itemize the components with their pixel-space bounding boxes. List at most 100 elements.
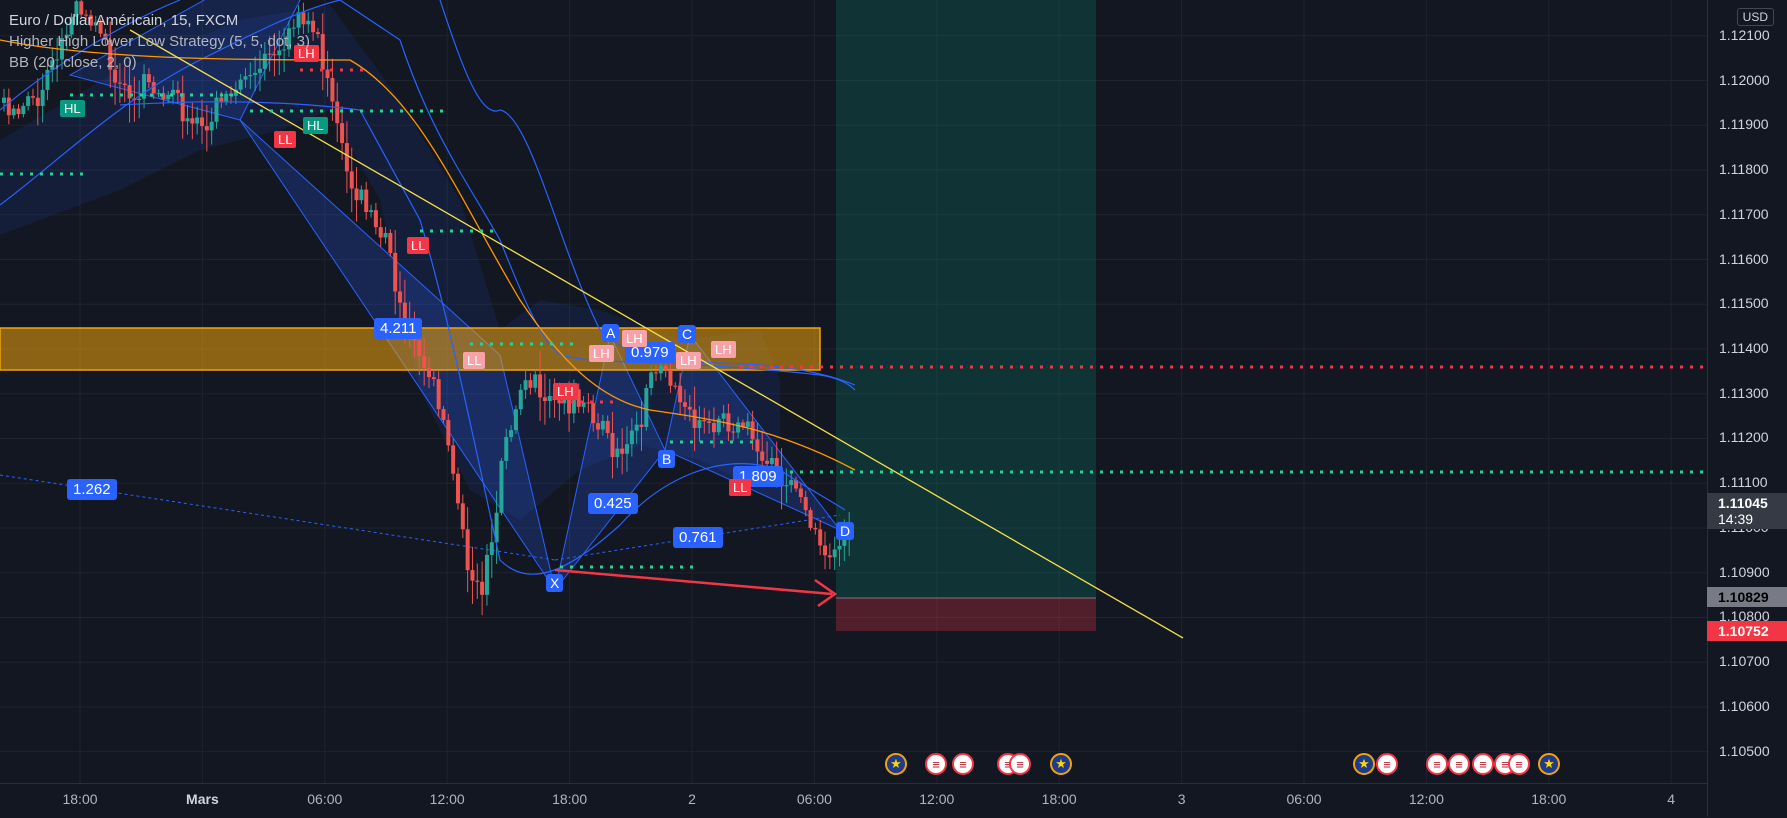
us-flag-icon[interactable]: ≡	[1508, 753, 1530, 775]
ratio-label: 0.425	[588, 493, 638, 514]
candle-body	[769, 458, 774, 464]
candle-body	[455, 473, 460, 504]
point-a-label: A	[602, 324, 620, 342]
candle-body	[180, 93, 185, 122]
candle-body	[253, 72, 258, 75]
time-axis[interactable]	[0, 783, 1707, 818]
harmonic-pattern	[0, 0, 841, 591]
candle-body	[832, 549, 837, 558]
price-tick-label: 1.11300	[1719, 384, 1769, 401]
price-tick-label: 1.11800	[1719, 161, 1769, 178]
candle-body	[480, 581, 485, 595]
price-tick-label: 1.11500	[1719, 295, 1769, 312]
candle-body	[620, 448, 625, 454]
candle-body	[678, 385, 683, 403]
candle-body	[649, 372, 654, 389]
candle-body	[340, 123, 345, 144]
time-tick-label: 06:00	[796, 791, 832, 807]
candle-body	[185, 118, 190, 122]
candle-body	[711, 422, 716, 433]
candle-body	[200, 117, 205, 127]
pivot-tag: LH	[676, 352, 701, 369]
candle-body	[528, 380, 533, 388]
candle-body	[238, 79, 243, 90]
eu-flag-icon[interactable]: ★	[1353, 753, 1375, 775]
candle-body	[441, 409, 446, 421]
currency-button[interactable]: USD	[1736, 8, 1774, 26]
indicator-bb[interactable]: BB (20, close, 2, 0)	[9, 52, 310, 73]
us-flag-icon[interactable]: ≡	[1376, 753, 1398, 775]
candle-body	[388, 232, 393, 253]
candle-body	[190, 118, 195, 124]
candle-body	[470, 570, 475, 581]
candle-body	[398, 291, 403, 303]
candle-body	[702, 419, 707, 422]
candle-body	[344, 143, 349, 172]
candle-body	[248, 74, 253, 77]
candle-body	[784, 485, 789, 487]
candle-body	[721, 413, 726, 419]
candle-body	[383, 232, 388, 238]
time-tick-label: 12:00	[919, 791, 955, 807]
us-flag-icon[interactable]: ≡	[1009, 753, 1031, 775]
pivot-tag: LL	[407, 237, 430, 254]
candle-body	[625, 444, 630, 454]
candle-body	[6, 97, 11, 116]
us-flag-icon[interactable]: ≡	[1472, 753, 1494, 775]
pivot-tag: LH	[622, 330, 647, 347]
time-tick-label: 18:00	[62, 791, 98, 807]
time-tick-label: 18:00	[1531, 791, 1567, 807]
eu-flag-icon[interactable]: ★	[1538, 753, 1560, 775]
candle-body	[354, 188, 359, 201]
candle-body	[513, 409, 518, 431]
eu-flag-icon[interactable]: ★	[885, 753, 907, 775]
eu-flag-icon[interactable]: ★	[1050, 753, 1072, 775]
candle-body	[475, 580, 480, 582]
candle-body	[518, 389, 523, 410]
ratio-label: 0.761	[673, 527, 723, 548]
price-tick-label: 1.11600	[1719, 250, 1769, 267]
price-tick-label: 1.10500	[1719, 742, 1770, 759]
time-tick-label: 06:00	[307, 791, 343, 807]
time-tick-label: 12:00	[1408, 791, 1444, 807]
ratio-label: 1.262	[67, 479, 117, 500]
candle-body	[436, 379, 441, 410]
indicator-hhll[interactable]: Higher High Lower Low Strategy (5, 5, do…	[9, 31, 310, 52]
us-flag-icon[interactable]: ≡	[952, 753, 974, 775]
candle-body	[175, 89, 180, 94]
candle-body	[634, 424, 639, 431]
candle-body	[224, 93, 229, 103]
pivot-tag: LL	[463, 352, 486, 369]
candle-body	[755, 439, 760, 452]
us-flag-icon[interactable]: ≡	[1448, 753, 1470, 775]
candle-body	[639, 424, 644, 427]
candle-body	[369, 210, 374, 213]
candle-body	[653, 372, 658, 374]
bar-countdown: 14:39	[1718, 511, 1754, 527]
candle-body	[451, 445, 456, 474]
candle-body	[364, 189, 369, 213]
candle-body	[146, 74, 151, 83]
price-tick-label: 1.10900	[1719, 563, 1770, 580]
price-tick-label: 1.11900	[1719, 116, 1769, 133]
us-flag-icon[interactable]: ≡	[925, 753, 947, 775]
candle-body	[827, 555, 832, 558]
candle-body	[837, 545, 842, 550]
candle-body	[137, 98, 142, 101]
candle-body	[378, 227, 383, 238]
red-arrow	[554, 568, 838, 608]
candle-body	[446, 420, 451, 446]
time-tick-label: 06:00	[1286, 791, 1322, 807]
candle-body	[731, 431, 736, 433]
candle-body	[40, 89, 45, 106]
candle-body	[315, 32, 320, 35]
us-flag-icon[interactable]: ≡	[1426, 753, 1448, 775]
candle-body	[166, 94, 171, 100]
symbol-title[interactable]: Euro / Dollar Américain, 15, FXCM	[9, 10, 310, 31]
candle-body	[422, 356, 427, 368]
pivot-tag: LL	[274, 131, 297, 148]
candle-body	[373, 210, 378, 228]
candle-body	[460, 503, 465, 530]
candle-body	[484, 554, 489, 595]
price-chart[interactable]	[0, 0, 1787, 817]
